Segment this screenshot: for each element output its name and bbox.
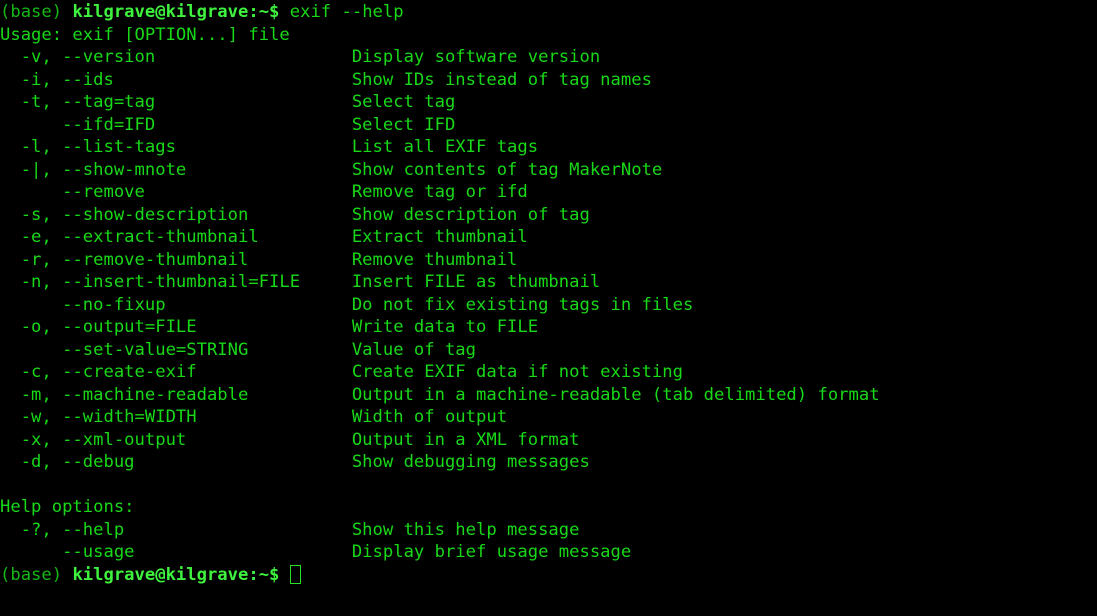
option-description: Output in a machine-readable (tab delimi… xyxy=(351,384,880,405)
option-flag: --remove xyxy=(0,182,352,202)
option-description: Remove tag or ifd xyxy=(351,182,528,202)
option-flag: -t, --tag=tag xyxy=(0,92,352,112)
final-prompt-line: (base) kilgrave@kilgrave:~$ xyxy=(0,564,1097,587)
help-options-list: -?, --help Show this help message --usag… xyxy=(0,519,1097,564)
option-row: -r, --remove-thumbnail Remove thumbnail xyxy=(0,249,1097,272)
prompt-path-sign: :~$ xyxy=(248,2,290,22)
option-description: Create EXIF data if not existing xyxy=(351,362,683,382)
option-row: -c, --create-exif Create EXIF data if no… xyxy=(0,361,1097,384)
option-flag: -d, --debug xyxy=(0,452,352,472)
option-description: Show contents of tag MakerNote xyxy=(351,159,663,180)
option-flag: -i, --ids xyxy=(0,69,352,90)
text-cursor[interactable] xyxy=(289,564,301,584)
option-row: -s, --show-description Show description … xyxy=(0,204,1097,227)
option-flag: -r, --remove-thumbnail xyxy=(0,249,352,270)
option-description: Insert FILE as thumbnail xyxy=(351,272,601,292)
option-flag: -c, --create-exif xyxy=(0,362,352,382)
usage-line: Usage: exif [OPTION...] file xyxy=(0,24,290,45)
option-flag: -e, --extract-thumbnail xyxy=(0,227,352,247)
option-row: -x, --xml-output Output in a XML format xyxy=(0,429,1097,452)
option-flag: -|, --show-mnote xyxy=(0,159,352,180)
option-row: -d, --debug Show debugging messages xyxy=(0,451,1097,474)
option-row: -v, --version Display software version xyxy=(0,46,1097,69)
option-flag: -s, --show-description xyxy=(0,204,352,225)
option-flag: -x, --xml-output xyxy=(0,429,352,450)
option-row: --no-fixup Do not fix existing tags in f… xyxy=(0,294,1097,317)
option-description: Extract thumbnail xyxy=(351,227,528,247)
option-row: --ifd=IFD Select IFD xyxy=(0,114,1097,137)
option-flag: --no-fixup xyxy=(0,294,352,315)
option-flag: -v, --version xyxy=(0,47,352,67)
option-flag: --ifd=IFD xyxy=(0,114,352,135)
typed-command: exif --help xyxy=(289,2,404,22)
option-flag: -m, --machine-readable xyxy=(0,384,352,405)
option-row: -?, --help Show this help message xyxy=(0,519,1097,542)
option-description: Remove thumbnail xyxy=(351,249,518,270)
option-description: Display software version xyxy=(351,47,601,67)
option-description: List all EXIF tags xyxy=(351,137,539,157)
option-flag: -?, --help xyxy=(0,519,352,540)
option-row: --remove Remove tag or ifd xyxy=(0,181,1097,204)
option-flag: -w, --width=WIDTH xyxy=(0,407,352,427)
final-prompt-path-sign: :~$ xyxy=(248,564,290,585)
option-description: Select IFD xyxy=(351,114,456,135)
prompt-env-label: (base) xyxy=(0,2,73,22)
option-description: Width of output xyxy=(351,407,508,427)
final-prompt-user-host: kilgrave@kilgrave xyxy=(72,564,249,585)
option-description: Show debugging messages xyxy=(351,452,590,472)
option-row: -e, --extract-thumbnail Extract thumbnai… xyxy=(0,226,1097,249)
option-row: --set-value=STRING Value of tag xyxy=(0,339,1097,362)
option-row: -t, --tag=tag Select tag xyxy=(0,91,1097,114)
option-description: Display brief usage message xyxy=(351,542,632,562)
option-description: Show IDs instead of tag names xyxy=(351,69,652,90)
terminal-window[interactable]: (base) kilgrave@kilgrave:~$ exif --help … xyxy=(0,0,1097,616)
option-row: -w, --width=WIDTH Width of output xyxy=(0,406,1097,429)
option-description: Do not fix existing tags in files xyxy=(351,294,694,315)
option-flag: --usage xyxy=(0,542,352,562)
option-description: Value of tag xyxy=(351,339,477,360)
option-row: -o, --output=FILE Write data to FILE xyxy=(0,316,1097,339)
option-description: Select tag xyxy=(351,92,456,112)
option-description: Write data to FILE xyxy=(351,317,539,337)
prompt-user-host: kilgrave@kilgrave xyxy=(72,2,249,22)
final-prompt-env-label: (base) xyxy=(0,564,73,585)
option-row: -|, --show-mnote Show contents of tag Ma… xyxy=(0,159,1097,182)
option-row: -n, --insert-thumbnail=FILE Insert FILE … xyxy=(0,271,1097,294)
command-prompt-line: (base) kilgrave@kilgrave:~$ exif --help xyxy=(0,0,1097,24)
option-flag: -n, --insert-thumbnail=FILE xyxy=(0,272,352,292)
options-list: -v, --version Display software version -… xyxy=(0,46,1097,474)
option-row: -i, --ids Show IDs instead of tag names xyxy=(0,69,1097,92)
help-options-heading: Help options: xyxy=(0,497,135,517)
option-flag: -o, --output=FILE xyxy=(0,317,352,337)
option-description: Show description of tag xyxy=(351,204,590,225)
option-row: -m, --machine-readable Output in a machi… xyxy=(0,384,1097,407)
option-flag: -l, --list-tags xyxy=(0,137,352,157)
option-description: Output in a XML format xyxy=(351,429,580,450)
option-flag: --set-value=STRING xyxy=(0,339,352,360)
option-row: --usage Display brief usage message xyxy=(0,541,1097,564)
option-row: -l, --list-tags List all EXIF tags xyxy=(0,136,1097,159)
option-description: Show this help message xyxy=(351,519,580,540)
blank-separator xyxy=(0,474,1097,497)
